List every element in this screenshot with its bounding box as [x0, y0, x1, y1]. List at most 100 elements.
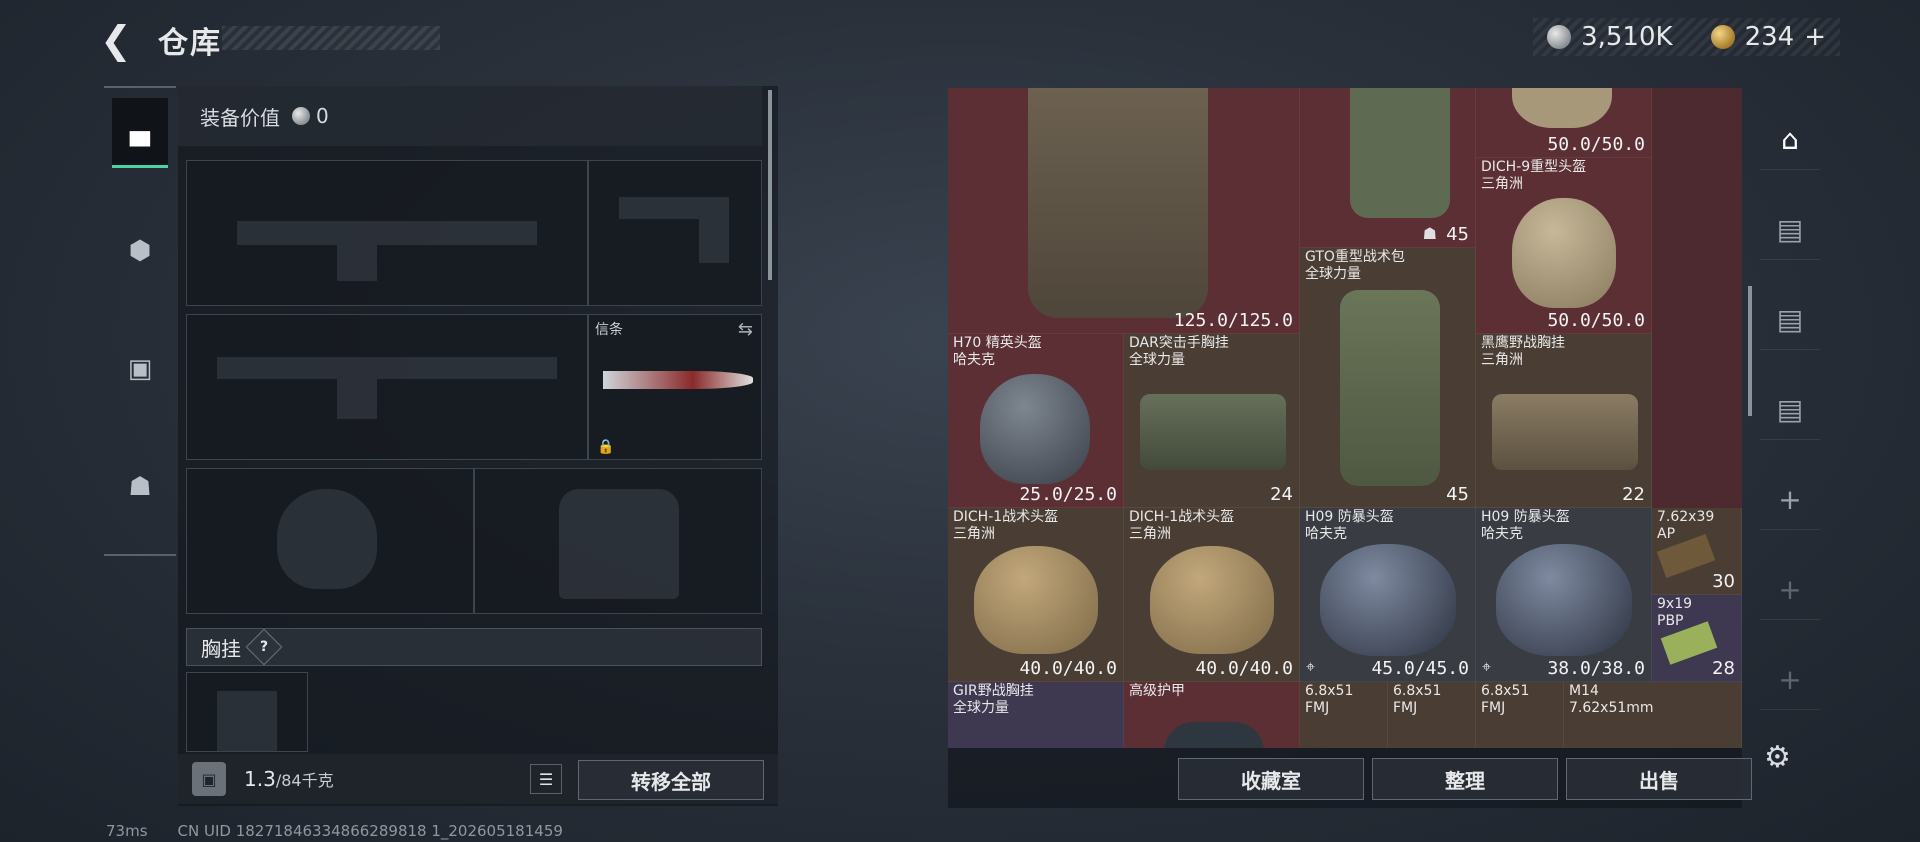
stash-item[interactable]: 6.8x51 FMJ [1476, 682, 1564, 748]
item-name: 高级护甲 [1129, 683, 1185, 699]
help-button[interactable]: ? [245, 628, 283, 666]
stash-page-tab[interactable]: ▤ [1760, 200, 1820, 260]
item-name: DAR突击手胸挂 全球力量 [1129, 335, 1229, 368]
primary-weapon-slot[interactable] [186, 160, 588, 306]
stash-item[interactable]: 6.8x51 FMJ [1300, 682, 1388, 748]
ping-readout: 73ms [106, 822, 148, 840]
chest-rig-image [1140, 394, 1286, 470]
add-page-button[interactable]: + [1760, 650, 1820, 710]
backpack-icon: ▣ [192, 762, 226, 796]
stash-home-tab[interactable]: ⌂ [1760, 110, 1820, 170]
list-view-button[interactable]: ☰ [530, 764, 562, 794]
item-durability: 125.0/125.0 [1173, 310, 1293, 331]
item-durability: 40.0/40.0 [1195, 658, 1293, 679]
stash-item[interactable]: 45 ☗ [1300, 88, 1476, 248]
stash-item[interactable]: 9x19 PBP 28 [1652, 595, 1742, 682]
stash-item[interactable]: GTO重型战术包 全球力量 45 [1300, 248, 1476, 508]
transfer-all-button[interactable]: 转移全部 [578, 760, 764, 800]
item-name: 6.8x51 FMJ [1481, 683, 1530, 716]
chest-rig-image [1492, 394, 1638, 470]
helmet-image [1512, 88, 1612, 128]
container-icon: ▤ [1776, 213, 1804, 246]
stash-item[interactable]: 125.0/125.0 [948, 88, 1300, 334]
loadout-scrollbar[interactable] [768, 90, 772, 280]
weight-readout: 1.3/84千克 [244, 767, 334, 791]
tab-armor[interactable]: ⬢ [112, 216, 168, 286]
weight-max: /84千克 [275, 771, 334, 790]
rifle-grip [337, 379, 377, 419]
tab-weapons[interactable]: ▄ [112, 98, 168, 168]
stash-item[interactable]: H70 精英头盔 哈夫克 25.0/25.0 [948, 334, 1124, 508]
back-button[interactable]: ❮ [100, 20, 140, 60]
loadout-tabs: ▄ ⬢ ▣ ☗ [104, 86, 176, 556]
helmet-icon: ⬢ [128, 236, 152, 266]
rifle-silhouette-icon [217, 357, 557, 379]
currency-bar: 3,510K 234 + [1533, 18, 1840, 56]
item-name: 9x19 PBP [1657, 596, 1693, 629]
collection-room-button[interactable]: 收藏室 [1178, 758, 1364, 800]
helmet-image [1512, 198, 1616, 308]
stash-item[interactable]: 高级护甲 [1124, 682, 1300, 748]
secondary-weapon-slot[interactable] [186, 314, 588, 460]
tab-case[interactable]: ☗ [112, 452, 168, 522]
stash-item[interactable]: DICH-1战术头盔 三角洲 40.0/40.0 [948, 508, 1124, 682]
item-name: H09 防暴头盔 哈夫克 [1305, 509, 1394, 542]
stash-pages-sidebar: ⌂ ▤ ▤ ▤ + + + [1760, 100, 1820, 710]
item-name: 黑鹰野战胸挂 三角洲 [1481, 335, 1565, 368]
container-icon: ▤ [1776, 393, 1804, 426]
add-gold-button[interactable]: + [1804, 22, 1826, 52]
item-capacity: 24 [1270, 484, 1293, 505]
tab-backpack[interactable]: ▣ [112, 334, 168, 404]
stash-item[interactable]: DAR突击手胸挂 全球力量 24 [1124, 334, 1300, 508]
melee-slot[interactable]: 信条 ⇆ 🔒 [588, 314, 762, 460]
loadout-panel: 装备价值 0 信条 ⇆ 🔒 胸挂 ? ▣ 1.3/84千克 ☰ 转移全部 [178, 86, 778, 806]
title-stripe [222, 26, 440, 50]
helmet-slot[interactable] [186, 468, 474, 614]
item-capacity: 45 [1446, 484, 1469, 505]
stash-item[interactable]: 7.62x39 AP 30 [1652, 508, 1742, 595]
stash-item[interactable]: GIR野战胸挂 全球力量 [948, 682, 1124, 748]
armor-slot[interactable] [474, 468, 762, 614]
lock-icon: 🔒 [597, 439, 615, 455]
backpack-image [1340, 290, 1440, 486]
stash-item[interactable]: DICH-1战术头盔 三角洲 40.0/40.0 [1124, 508, 1300, 682]
sell-button[interactable]: 出售 [1566, 758, 1752, 800]
silver-amount: 3,510K [1581, 22, 1673, 52]
stash-item[interactable]: H09 防暴头盔 哈夫克 ⌖ 38.0/38.0 [1476, 508, 1652, 682]
stash-scrollbar[interactable] [1748, 286, 1752, 416]
stash-item[interactable]: 50.0/50.0 [1476, 88, 1652, 158]
help-label: ? [259, 639, 269, 655]
settings-gear-icon[interactable]: ⚙ [1764, 740, 1804, 780]
plus-icon: + [1778, 663, 1802, 696]
stash-panel: 125.0/125.0 45 ☗ 50.0/50.0 DICH-9重型头盔 三角洲… [948, 88, 1752, 808]
add-page-button[interactable]: + [1760, 560, 1820, 620]
sidearm-slot[interactable] [588, 160, 762, 306]
stash-page-tab[interactable]: ▤ [1760, 380, 1820, 440]
item-name: GTO重型战术包 全球力量 [1305, 249, 1405, 282]
stash-item[interactable]: H09 防暴头盔 哈夫克 ⌖ 45.0/45.0 [1300, 508, 1476, 682]
stash-page-tab[interactable]: ▤ [1760, 290, 1820, 350]
broken-icon: ⌖ [1306, 657, 1316, 676]
item-durability: 50.0/50.0 [1547, 310, 1645, 331]
armor-silhouette-icon [559, 489, 679, 599]
stash-item[interactable]: M14 7.62x51mm [1564, 682, 1742, 748]
item-name: DICH-1战术头盔 三角洲 [1129, 509, 1235, 542]
stash-grid: 125.0/125.0 45 ☗ 50.0/50.0 DICH-9重型头盔 三角洲… [948, 88, 1742, 748]
knife-image [603, 371, 753, 389]
add-page-button[interactable]: + [1760, 470, 1820, 530]
item-durability: 45.0/45.0 [1371, 658, 1469, 679]
warehouse-icon: ⌂ [1781, 123, 1799, 156]
vest-silhouette-icon [217, 691, 277, 751]
stash-item[interactable]: 黑鹰野战胸挂 三角洲 22 [1476, 334, 1652, 508]
page-title: 仓库 [158, 26, 222, 61]
item-capacity: 45 [1446, 224, 1469, 245]
plus-icon: + [1778, 483, 1802, 516]
broken-icon: ⌖ [1482, 657, 1492, 676]
stash-item[interactable]: DICH-9重型头盔 三角洲 50.0/50.0 [1476, 158, 1652, 334]
chest-rig-slot[interactable] [186, 672, 308, 752]
item-name: GIR野战胸挂 全球力量 [953, 683, 1034, 716]
stash-item[interactable]: 6.8x51 FMJ [1388, 682, 1476, 748]
swap-icon[interactable]: ⇆ [738, 319, 753, 340]
item-count: 30 [1712, 571, 1735, 592]
sort-button[interactable]: 整理 [1372, 758, 1558, 800]
